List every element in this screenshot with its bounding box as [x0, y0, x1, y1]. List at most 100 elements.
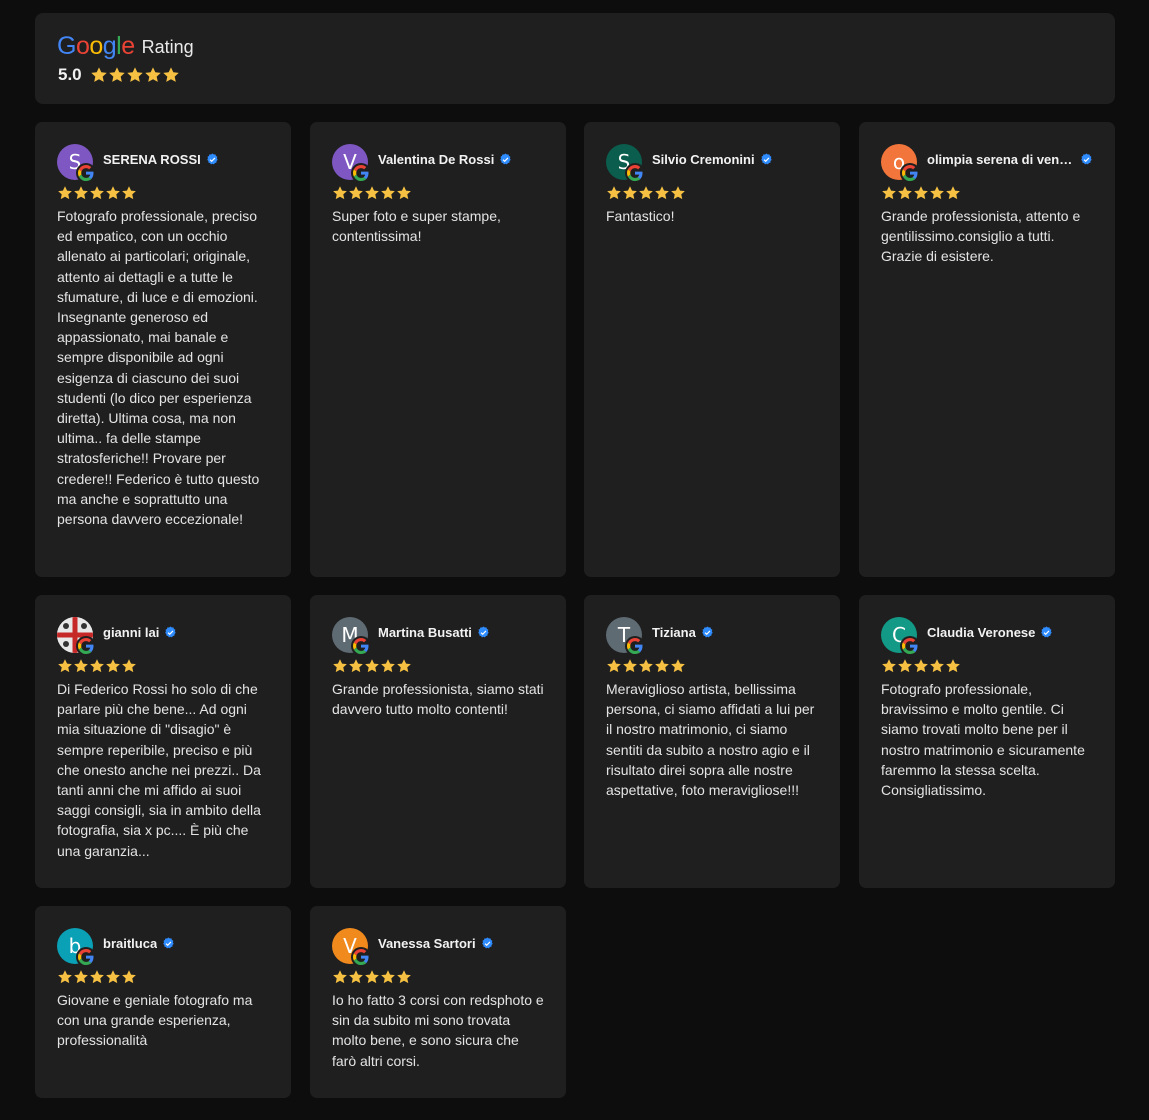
star-icon: [881, 185, 897, 201]
star-icon: [380, 185, 396, 201]
review-card: S SERENA ROSSI Fotografo professionale, pr…: [35, 122, 291, 577]
star-icon: [90, 66, 108, 84]
review-card: M Martina Busatti Grande professionista, s…: [310, 595, 566, 888]
google-icon: [625, 163, 645, 183]
reviewer-name[interactable]: Silvio Cremonini: [652, 152, 755, 167]
review-header: V Valentina De Rossi: [332, 144, 544, 183]
review-header: gianni lai: [57, 617, 269, 656]
rating-stars: [90, 66, 180, 84]
star-icon: [162, 66, 180, 84]
star-icon: [670, 658, 686, 674]
star-icon: [913, 185, 929, 201]
reviewer-name[interactable]: olimpia serena di veno...: [927, 152, 1075, 167]
star-icon: [897, 185, 913, 201]
review-card: V Vanessa Sartori Io ho fatto 3 corsi con …: [310, 906, 566, 1098]
star-icon: [105, 185, 121, 201]
review-text: Fotografo professionale, bravissimo e mo…: [881, 681, 1085, 799]
star-icon: [606, 185, 622, 201]
review-card: S Silvio Cremonini Fantastico!: [584, 122, 840, 577]
avatar[interactable]: V: [332, 144, 371, 183]
reviewer-name[interactable]: Claudia Veronese: [927, 625, 1035, 640]
review-stars: [606, 182, 818, 204]
google-icon: [76, 163, 96, 183]
review-card: gianni lai Di Federico Rossi ho solo di c…: [35, 595, 291, 888]
star-icon: [881, 658, 897, 674]
review-stars: [332, 182, 544, 204]
star-icon: [897, 658, 913, 674]
avatar[interactable]: V: [332, 928, 371, 967]
review-stars: [332, 655, 544, 677]
star-icon: [396, 969, 412, 985]
reviewer-name[interactable]: Vanessa Sartori: [378, 936, 476, 951]
review-stars: [606, 655, 818, 677]
star-icon: [913, 658, 929, 674]
reviewer-name[interactable]: SERENA ROSSI: [103, 152, 201, 167]
star-icon: [670, 185, 686, 201]
star-icon: [364, 969, 380, 985]
star-icon: [364, 185, 380, 201]
verified-badge-icon: [499, 153, 512, 166]
google-icon: [900, 636, 920, 656]
google-icon: [351, 947, 371, 967]
avatar[interactable]: o: [881, 144, 920, 183]
review-stars: [57, 655, 269, 677]
star-icon: [57, 969, 73, 985]
reviewer-name[interactable]: braitluca: [103, 936, 157, 951]
rating-score: 5.0: [58, 65, 82, 84]
review-header: o olimpia serena di veno...: [881, 144, 1093, 183]
google-icon: [900, 163, 920, 183]
reviewer-name[interactable]: Valentina De Rossi: [378, 152, 494, 167]
verified-badge-icon: [1080, 153, 1093, 166]
star-icon: [638, 185, 654, 201]
star-icon: [144, 66, 162, 84]
star-icon: [89, 185, 105, 201]
review-text: Di Federico Rossi ho solo di che parlare…: [57, 681, 261, 859]
review-text: Io ho fatto 3 corsi con redsphoto e sin …: [332, 992, 544, 1069]
star-icon: [89, 658, 105, 674]
review-text: Meraviglioso artista, bellissima persona…: [606, 681, 815, 799]
review-text: Fotografo professionale, preciso ed empa…: [57, 208, 260, 528]
review-card: V Valentina De Rossi Super foto e super st…: [310, 122, 566, 577]
avatar[interactable]: M: [332, 617, 371, 656]
reviewer-name[interactable]: gianni lai: [103, 625, 159, 640]
review-card: C Claudia Veronese Fotografo professionale…: [859, 595, 1115, 888]
review-header: V Vanessa Sartori: [332, 928, 544, 967]
avatar[interactable]: S: [606, 144, 645, 183]
rating-label: Rating: [141, 36, 194, 57]
verified-badge-icon: [164, 626, 177, 639]
avatar[interactable]: S: [57, 144, 96, 183]
star-icon: [654, 658, 670, 674]
star-icon: [89, 969, 105, 985]
star-icon: [108, 66, 126, 84]
reviewer-name[interactable]: Martina Busatti: [378, 625, 472, 640]
avatar[interactable]: C: [881, 617, 920, 656]
star-icon: [126, 66, 144, 84]
google-icon: [76, 636, 96, 656]
avatar[interactable]: b: [57, 928, 96, 967]
star-icon: [606, 658, 622, 674]
review-text: Giovane e geniale fotografo ma con una g…: [57, 992, 253, 1049]
review-text: Grande professionista, attento e gentili…: [881, 208, 1081, 265]
reviewer-name[interactable]: Tiziana: [652, 625, 696, 640]
review-header: T Tiziana: [606, 617, 818, 656]
avatar[interactable]: T: [606, 617, 645, 656]
star-icon: [57, 185, 73, 201]
review-text: Fantastico!: [606, 208, 675, 224]
verified-badge-icon: [760, 153, 773, 166]
star-icon: [945, 185, 961, 201]
review-header: M Martina Busatti: [332, 617, 544, 656]
star-icon: [622, 658, 638, 674]
google-logo: Google: [57, 31, 135, 60]
star-icon: [929, 658, 945, 674]
star-icon: [396, 185, 412, 201]
avatar[interactable]: [57, 617, 96, 656]
star-icon: [380, 658, 396, 674]
verified-badge-icon: [206, 153, 219, 166]
review-card: b braitluca Giovane e geniale fotografo ma…: [35, 906, 291, 1098]
star-icon: [332, 658, 348, 674]
star-icon: [73, 658, 89, 674]
star-icon: [332, 185, 348, 201]
star-icon: [638, 658, 654, 674]
star-icon: [945, 658, 961, 674]
star-icon: [348, 969, 364, 985]
